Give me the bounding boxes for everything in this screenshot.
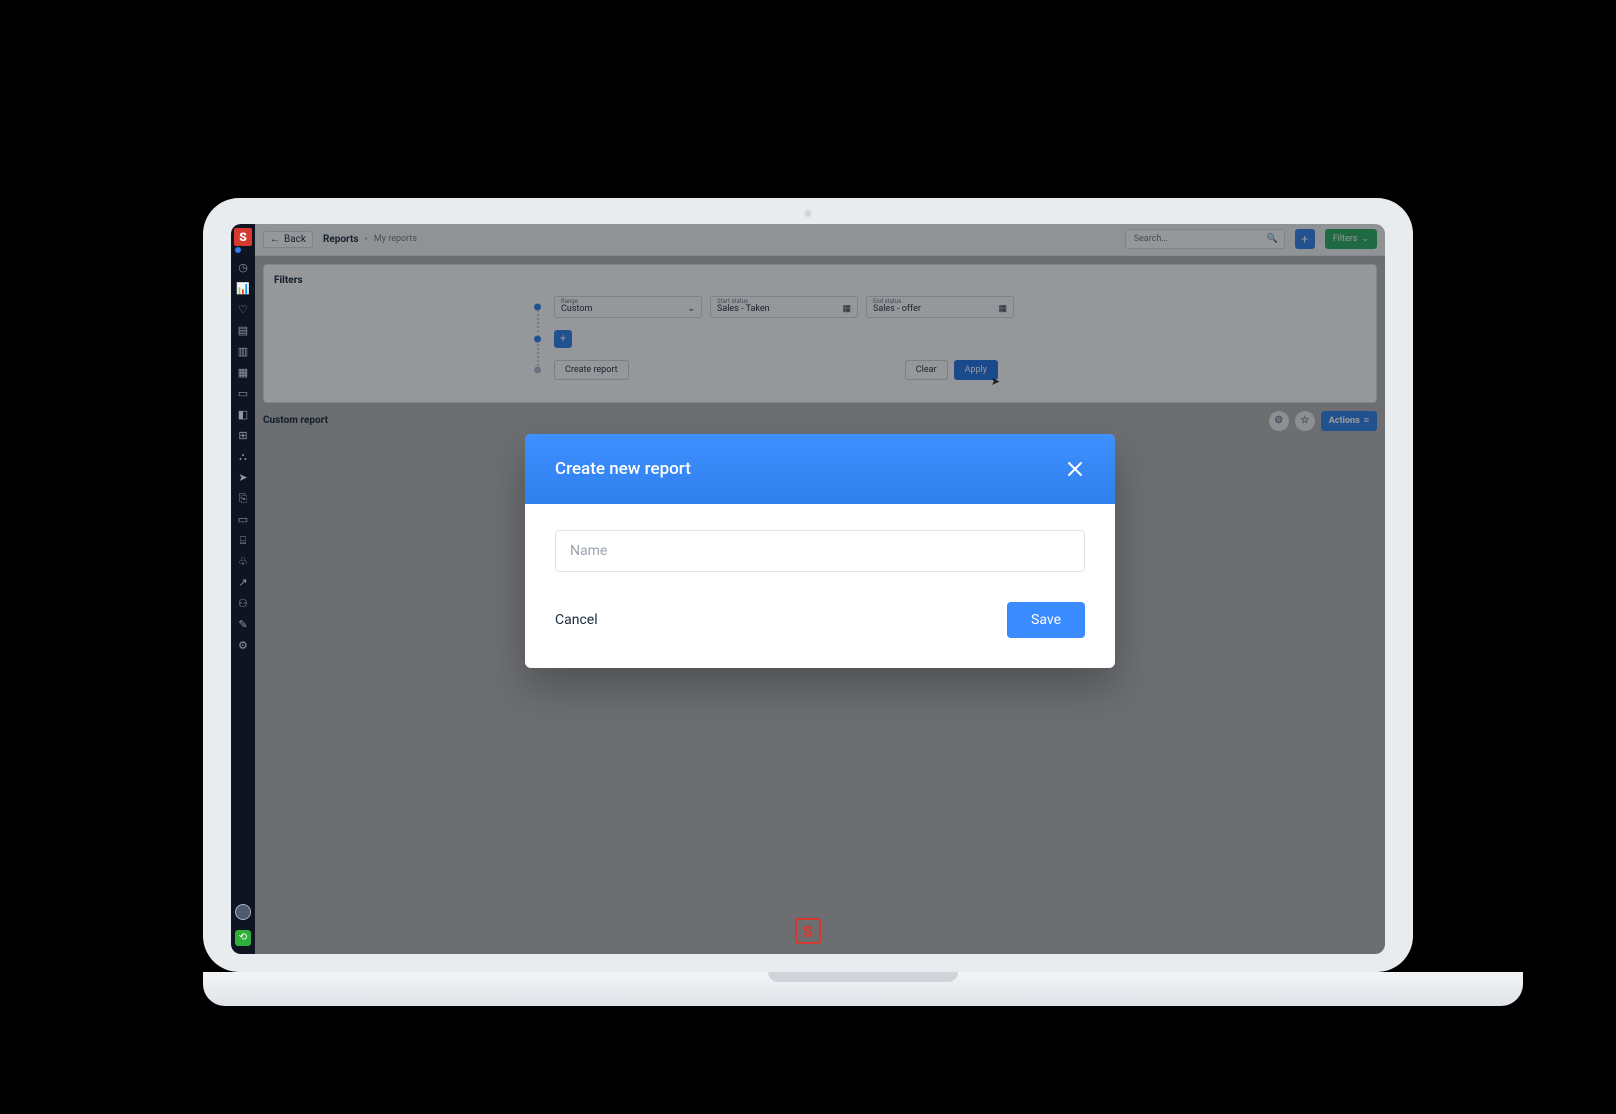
brand-logo-below: S bbox=[795, 918, 821, 944]
modal-body bbox=[525, 504, 1115, 580]
report-name-input[interactable] bbox=[555, 530, 1085, 572]
close-button[interactable] bbox=[1061, 455, 1089, 483]
close-icon bbox=[1067, 461, 1083, 477]
save-button[interactable]: Save bbox=[1007, 602, 1085, 638]
document-icon[interactable]: ▤ bbox=[238, 325, 248, 336]
notification-dot-icon bbox=[234, 246, 242, 254]
laptop-frame: S ◷ 📊 ♡ ▤ ▥ ▦ ▭ ◧ ⊞ ⛬ ➤ ⎘ ▭ ⌸ ♧ bbox=[203, 198, 1413, 1006]
sidebar-nav: ◷ 📊 ♡ ▤ ▥ ▦ ▭ ◧ ⊞ ⛬ ➤ ⎘ ▭ ⌸ ♧ ↗ ⚇ bbox=[236, 262, 250, 651]
laptop-base bbox=[203, 972, 1523, 1006]
gear-icon[interactable]: ⚙ bbox=[238, 640, 248, 651]
analytics-icon[interactable]: 📊 bbox=[236, 283, 250, 294]
create-report-modal: Create new report Cancel Save bbox=[525, 434, 1115, 668]
attachment-icon[interactable]: ⎘ bbox=[239, 493, 248, 504]
users-icon[interactable]: ⛬ bbox=[239, 451, 247, 462]
tool-icon[interactable]: ✎ bbox=[238, 619, 247, 630]
modal-footer: Cancel Save bbox=[525, 580, 1115, 668]
shield-icon[interactable]: ♡ bbox=[238, 304, 248, 315]
brand-logo[interactable]: S bbox=[234, 228, 252, 246]
archive-icon[interactable]: ⌸ bbox=[240, 535, 247, 546]
share-icon[interactable]: ↗ bbox=[238, 577, 247, 588]
laptop-lid: S ◷ 📊 ♡ ▤ ▥ ▦ ▭ ◧ ⊞ ⛬ ➤ ⎘ ▭ ⌸ ♧ bbox=[203, 198, 1413, 972]
send-icon[interactable]: ➤ bbox=[238, 472, 247, 483]
avatar[interactable] bbox=[235, 904, 251, 920]
modal-title: Create new report bbox=[555, 459, 691, 479]
calendar-icon[interactable]: ▦ bbox=[238, 367, 248, 378]
bell-icon[interactable]: ♧ bbox=[238, 556, 248, 567]
grid-icon[interactable]: ⊞ bbox=[238, 430, 247, 441]
camera-dot bbox=[805, 210, 812, 217]
app-screen: S ◷ 📊 ♡ ▤ ▥ ▦ ▭ ◧ ⊞ ⛬ ➤ ⎘ ▭ ⌸ ♧ bbox=[231, 224, 1385, 954]
list-icon[interactable]: ▥ bbox=[238, 346, 248, 357]
modal-header: Create new report bbox=[525, 434, 1115, 504]
help-icon[interactable]: ⟲ bbox=[235, 930, 251, 946]
card-icon[interactable]: ▭ bbox=[238, 514, 248, 525]
label-icon[interactable]: ◧ bbox=[238, 409, 248, 420]
main-area: ← Back Reports • My reports 🔍 + bbox=[255, 224, 1385, 954]
modal-overlay[interactable]: Create new report Cancel Save bbox=[255, 224, 1385, 954]
team-icon[interactable]: ⚇ bbox=[238, 598, 248, 609]
sidebar: S ◷ 📊 ♡ ▤ ▥ ▦ ▭ ◧ ⊞ ⛬ ➤ ⎘ ▭ ⌸ ♧ bbox=[231, 224, 255, 954]
clock-icon[interactable]: ◷ bbox=[238, 262, 248, 273]
folder-icon[interactable]: ▭ bbox=[238, 388, 248, 399]
cancel-button[interactable]: Cancel bbox=[555, 612, 598, 628]
